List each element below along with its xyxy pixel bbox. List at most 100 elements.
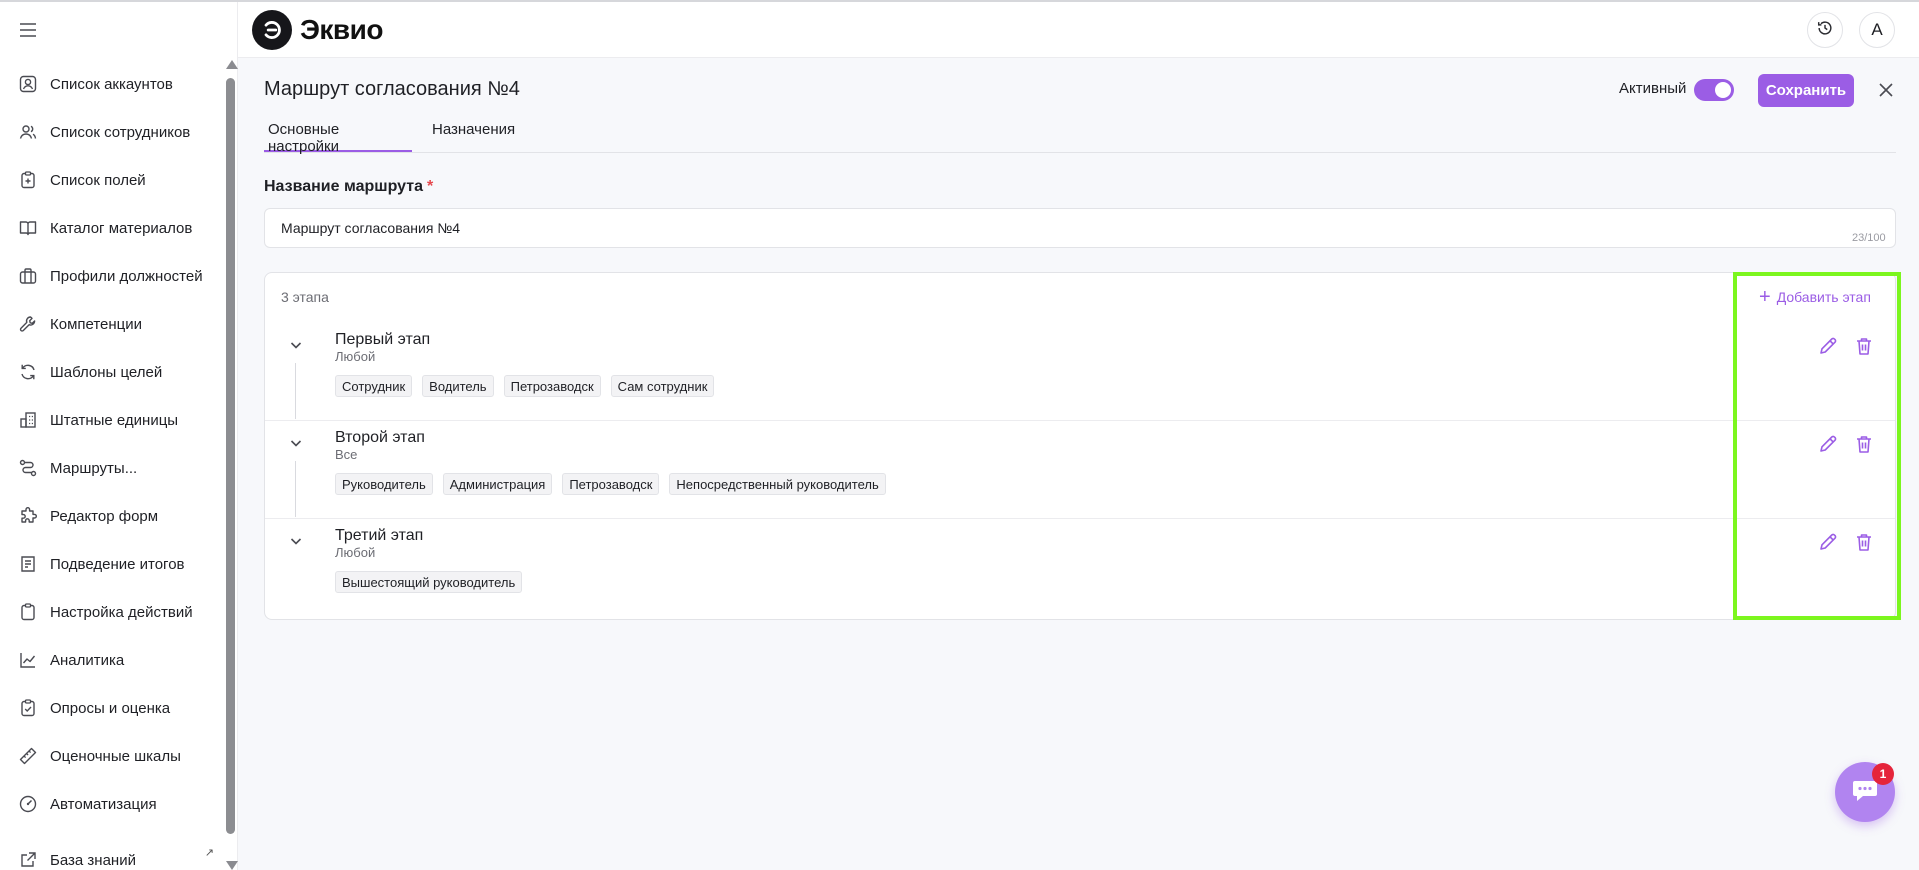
chevron-down-icon[interactable] — [288, 533, 304, 549]
stage-tag: Сотрудник — [335, 375, 413, 397]
sidebar-item-label: Компетенции — [50, 315, 143, 333]
account-card-icon — [18, 74, 38, 94]
stage-tag: Сам сотрудник — [610, 375, 715, 397]
add-stage-label: Добавить этап — [1776, 289, 1871, 305]
stage-tags: Руководитель Администрация Петрозаводск … — [335, 473, 896, 495]
puzzle-icon — [18, 506, 38, 526]
chart-line-icon — [18, 650, 38, 670]
menu-icon[interactable] — [18, 20, 38, 40]
sidebar-item-summary[interactable]: Подведение итогов — [0, 540, 224, 588]
sidebar-item-fields[interactable]: Список полей — [0, 156, 224, 204]
sidebar-item-label: Оценочные шкалы — [50, 747, 181, 765]
sidebar-item-goal-templates[interactable]: Шаблоны целей — [0, 348, 224, 396]
edit-pencil-icon[interactable] — [1817, 433, 1839, 455]
gauge-icon — [18, 794, 38, 814]
char-counter: 23/100 — [1852, 232, 1886, 244]
chevron-down-icon[interactable] — [288, 435, 304, 451]
tab-assignments[interactable]: Назначения — [428, 121, 519, 152]
toggle-knob — [1715, 82, 1731, 98]
app-logo[interactable]: Эквио — [252, 10, 383, 50]
stage-tag: Водитель — [422, 375, 494, 397]
stage-tag: Непосредственный руководитель — [669, 473, 886, 495]
sidebar-item-label: Маршруты... — [50, 459, 138, 477]
stage-name: Второй этап — [335, 429, 425, 446]
stages-card: 3 этапа + Добавить этап Первый этап Любо… — [264, 272, 1896, 620]
clipboard-plus-icon — [18, 170, 38, 190]
edit-pencil-icon[interactable] — [1817, 531, 1839, 553]
sidebar-item-actions-settings[interactable]: Настройка действий — [0, 588, 224, 636]
stage-tag: Администрация — [442, 473, 553, 495]
sidebar-item-automation[interactable]: Автоматизация — [0, 780, 224, 828]
document-list-icon — [18, 554, 38, 574]
sidebar-item-analytics[interactable]: Аналитика — [0, 636, 224, 684]
trash-icon[interactable] — [1853, 335, 1875, 357]
sidebar-item-knowledge-base[interactable]: База знаний ↗ — [0, 836, 224, 870]
stage-mode: Все — [335, 447, 358, 462]
sidebar-item-label: Настройка действий — [50, 603, 193, 621]
buildings-icon — [18, 410, 38, 430]
sidebar-item-job-profiles[interactable]: Профили должностей — [0, 252, 224, 300]
sidebar-item-label: Автоматизация — [50, 795, 157, 813]
users-icon — [18, 122, 38, 142]
sidebar-item-label: Подведение итогов — [50, 555, 185, 573]
book-icon — [18, 218, 38, 238]
external-link-icon — [18, 850, 38, 870]
active-label: Активный — [1619, 80, 1687, 97]
sidebar-item-form-editor[interactable]: Редактор форм — [0, 492, 224, 540]
sidebar-scrollbar[interactable] — [224, 60, 238, 870]
chevron-down-icon[interactable] — [288, 337, 304, 353]
history-button[interactable] — [1807, 12, 1843, 48]
arrow-up-right-icon: ↗ — [204, 847, 214, 859]
sidebar-item-label: Каталог материалов — [50, 219, 193, 237]
stage-tags: Сотрудник Водитель Петрозаводск Сам сотр… — [335, 375, 724, 397]
sidebar-item-rating-scales[interactable]: Оценочные шкалы — [0, 732, 224, 780]
ruler-icon — [18, 746, 38, 766]
sidebar-item-accounts[interactable]: Список аккаунтов — [0, 60, 224, 108]
briefcase-icon — [18, 266, 38, 286]
stage-item: Первый этап Любой Сотрудник Водитель Пет… — [265, 323, 1895, 421]
scroll-down-arrow-icon[interactable] — [226, 861, 238, 870]
stage-connector-line — [295, 363, 296, 419]
stage-name: Третий этап — [335, 527, 424, 544]
sidebar-item-employees[interactable]: Список сотрудников — [0, 108, 224, 156]
plus-icon: + — [1759, 286, 1771, 308]
route-name-input[interactable] — [264, 208, 1896, 248]
sidebar: Список аккаунтов Список сотрудников Спис… — [0, 2, 238, 870]
scroll-thumb[interactable] — [226, 78, 235, 834]
sidebar-item-label: База знаний — [50, 851, 136, 869]
add-stage-button[interactable]: + Добавить этап — [1759, 287, 1871, 307]
sidebar-item-label: Опросы и оценка — [50, 699, 171, 717]
sidebar-item-label: Список сотрудников — [50, 123, 191, 141]
required-mark: * — [427, 178, 434, 195]
sidebar-item-materials[interactable]: Каталог материалов — [0, 204, 224, 252]
sidebar-item-competencies[interactable]: Компетенции — [0, 300, 224, 348]
scroll-up-arrow-icon[interactable] — [226, 60, 238, 69]
stage-name: Первый этап — [335, 331, 431, 348]
sidebar-item-staff-units[interactable]: Штатные единицы — [0, 396, 224, 444]
history-clock-icon — [1816, 19, 1834, 41]
clipboard-icon — [18, 602, 38, 622]
edit-pencil-icon[interactable] — [1817, 335, 1839, 357]
avatar[interactable]: А — [1859, 12, 1895, 48]
sidebar-item-label: Шаблоны целей — [50, 363, 163, 381]
tabs-bar: Основные настройки Назначения — [264, 118, 1896, 155]
sidebar-nav: Список аккаунтов Список сотрудников Спис… — [0, 60, 224, 870]
route-name-label-text: Название маршрута — [264, 178, 423, 195]
sidebar-item-surveys[interactable]: Опросы и оценка — [0, 684, 224, 732]
close-icon[interactable] — [1876, 80, 1896, 100]
sidebar-item-routes[interactable]: Маршруты... — [0, 444, 224, 492]
stage-connector-line — [295, 461, 296, 517]
wrench-icon — [18, 314, 38, 334]
stage-mode: Любой — [335, 545, 376, 560]
save-button[interactable]: Сохранить — [1758, 74, 1854, 107]
sidebar-item-label: Аналитика — [50, 651, 125, 669]
stage-item: Третий этап Любой Вышестоящий руководите… — [265, 519, 1895, 617]
trash-icon[interactable] — [1853, 531, 1875, 553]
tab-main-settings[interactable]: Основные настройки — [264, 121, 412, 155]
trash-icon[interactable] — [1853, 433, 1875, 455]
stage-tag: Петрозаводск — [562, 473, 660, 495]
refresh-icon — [18, 362, 38, 382]
active-toggle[interactable] — [1694, 79, 1734, 101]
page-title: Маршрут согласования №4 — [264, 78, 520, 100]
stage-mode: Любой — [335, 349, 376, 364]
